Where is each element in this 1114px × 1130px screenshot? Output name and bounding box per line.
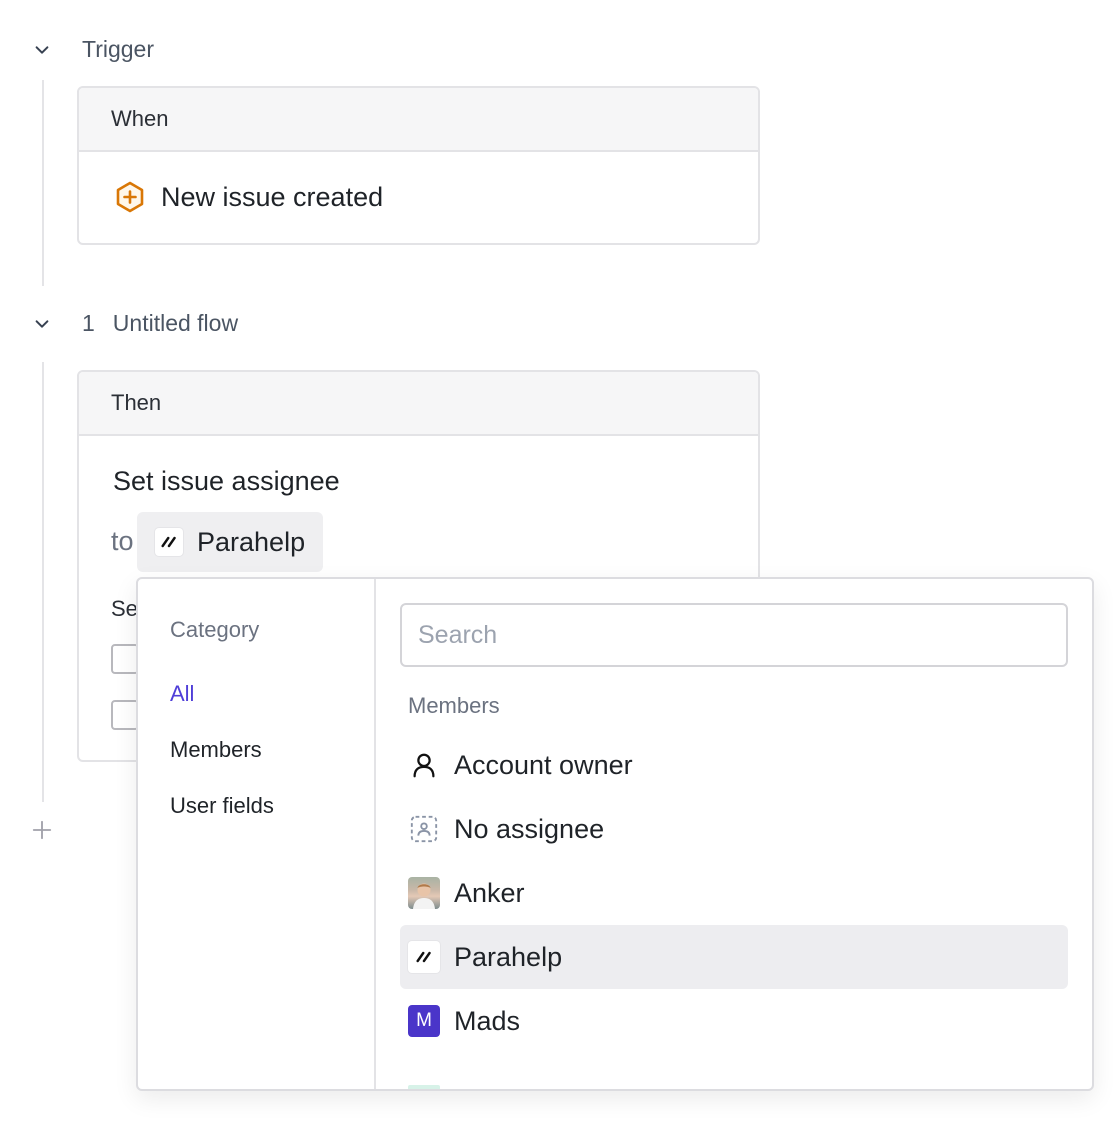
hexagon-plus-icon bbox=[113, 180, 147, 214]
flow-collapse-chevron-icon[interactable] bbox=[32, 314, 52, 334]
action-card-header: Then bbox=[79, 372, 758, 436]
plus-icon bbox=[32, 820, 52, 840]
option-no-assignee[interactable]: No assignee bbox=[400, 797, 1068, 861]
trigger-event-label: New issue created bbox=[161, 181, 384, 212]
trigger-collapse-chevron-icon[interactable] bbox=[32, 40, 52, 60]
trigger-section-label: Trigger bbox=[82, 36, 154, 62]
option-label: Account owner bbox=[454, 749, 633, 780]
assignee-value: Parahelp bbox=[197, 526, 306, 557]
parahelp-logo-icon bbox=[155, 528, 183, 556]
then-label: Then bbox=[111, 390, 162, 415]
option-mads[interactable]: M Mads bbox=[400, 989, 1068, 1053]
members-group-title: Members bbox=[408, 693, 500, 718]
flow-section-title: 1 Untitled flow bbox=[82, 310, 238, 337]
trigger-card: When New issue created bbox=[77, 86, 760, 245]
when-label: When bbox=[111, 106, 169, 131]
flow-connector-line bbox=[42, 362, 44, 802]
person-outline-icon bbox=[408, 749, 440, 781]
avatar: M bbox=[408, 1005, 440, 1037]
avatar-initial: M bbox=[416, 1010, 432, 1031]
option-account-owner[interactable]: Account owner bbox=[400, 733, 1068, 797]
search-input[interactable] bbox=[400, 603, 1068, 667]
option-label: Parahelp bbox=[454, 941, 563, 972]
trigger-event-row[interactable]: New issue created bbox=[79, 152, 758, 242]
assignee-select-chip[interactable]: Parahelp bbox=[137, 512, 324, 572]
option-label: Mads bbox=[454, 1005, 521, 1036]
settings-label: Se bbox=[111, 596, 138, 621]
options-panel: Members Account owner No assignee bbox=[376, 579, 1092, 1089]
trigger-connector-line bbox=[42, 80, 44, 286]
action-title: Set issue assignee bbox=[113, 466, 340, 496]
trigger-card-header: When bbox=[79, 88, 758, 152]
option-parahelp[interactable]: Parahelp bbox=[400, 925, 1068, 989]
category-item-all[interactable]: All bbox=[170, 681, 374, 737]
option-checkbox[interactable] bbox=[111, 644, 139, 674]
parahelp-logo-icon bbox=[408, 941, 440, 973]
next-option-peek bbox=[408, 1085, 440, 1089]
flow-title[interactable]: Untitled flow bbox=[113, 310, 238, 337]
category-panel: Category All Members User fields bbox=[138, 579, 376, 1089]
flow-number: 1 bbox=[82, 310, 95, 336]
category-item-members[interactable]: Members bbox=[170, 737, 374, 793]
add-flow-button[interactable] bbox=[30, 818, 54, 842]
dashed-person-icon bbox=[408, 813, 440, 845]
option-label: No assignee bbox=[454, 813, 605, 844]
to-label: to bbox=[111, 526, 134, 556]
option-anker[interactable]: Anker bbox=[400, 861, 1068, 925]
option-checkbox[interactable] bbox=[111, 700, 139, 730]
assignee-dropdown: Category All Members User fields Members… bbox=[136, 577, 1094, 1091]
trigger-section-title: Trigger bbox=[82, 36, 154, 63]
category-title: Category bbox=[170, 617, 260, 642]
category-item-user-fields[interactable]: User fields bbox=[170, 793, 374, 849]
avatar bbox=[408, 877, 440, 909]
option-label: Anker bbox=[454, 877, 525, 908]
